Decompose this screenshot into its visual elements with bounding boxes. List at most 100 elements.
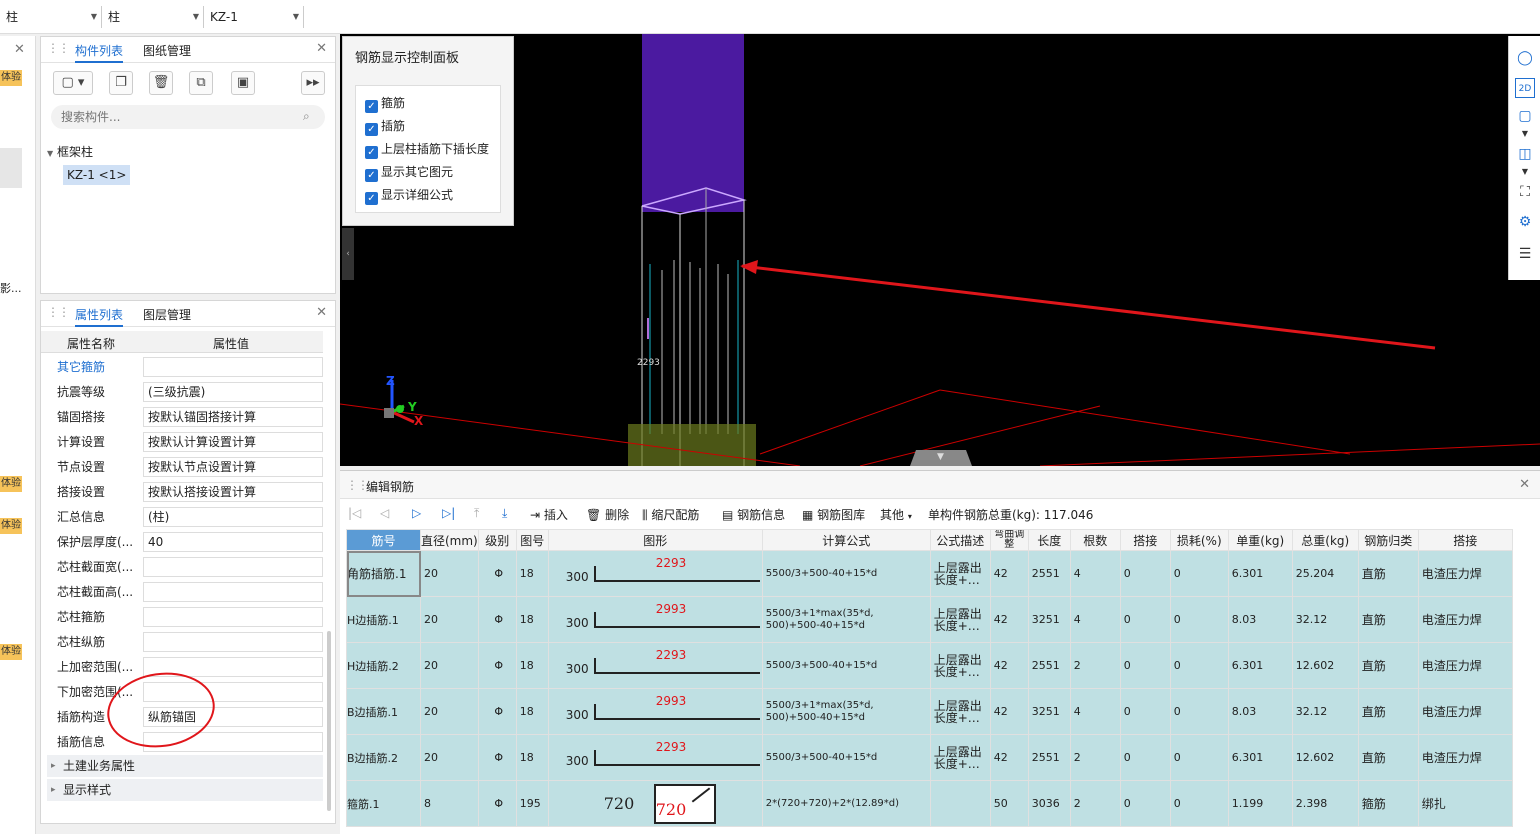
cell-join[interactable]: 电渣压力焊 <box>1417 734 1513 781</box>
property-row[interactable]: 芯柱截面高(... <box>55 580 323 605</box>
cell-lap[interactable]: 0 <box>1119 642 1171 689</box>
col-header[interactable]: 计算公式 <box>761 529 931 551</box>
3d-view-icon[interactable]: ▢ <box>1515 106 1535 126</box>
shape-cell[interactable]: 300 2993 <box>547 596 763 643</box>
collapse-icon[interactable]: ▼ <box>937 452 944 462</box>
checkbox-stirrup[interactable]: ✓ 箍筋 <box>365 93 405 113</box>
more-icon[interactable]: ▸▸ <box>301 71 325 95</box>
delete-button[interactable]: 🗑 删除 <box>586 506 629 523</box>
cell-name[interactable]: 4B边插筋.1 <box>346 688 421 735</box>
col-header[interactable]: 钢筋归类 <box>1357 529 1419 551</box>
cell-join[interactable]: 电渣压力焊 <box>1417 642 1513 689</box>
fit-view-icon[interactable]: ⛶ <box>1515 182 1535 202</box>
close-icon[interactable]: ✕ <box>316 305 327 320</box>
insert-button[interactable]: ⇥ 插入 <box>530 506 568 523</box>
property-row[interactable]: 保护层厚度(... 40 <box>55 530 323 555</box>
property-row[interactable]: 搭接设置 按默认搭接设置计算 <box>55 480 323 505</box>
col-header[interactable]: 长度 <box>1027 529 1071 551</box>
col-header[interactable]: 直径(mm) <box>420 529 479 551</box>
search-icon[interactable]: ⌕ <box>303 109 310 124</box>
cell-name[interactable]: 2H边插筋.1 <box>346 596 421 643</box>
component-name-select[interactable]: KZ-1 ▼ <box>204 6 304 28</box>
shape-cell[interactable]: 300 2293 <box>547 734 763 781</box>
cell-dia[interactable]: 20 <box>420 688 479 735</box>
cell-formula[interactable]: 5500/3+1*max(35*d, 500)+500-40+15*d <box>761 596 931 643</box>
property-row[interactable]: 汇总信息 (柱) <box>55 505 323 530</box>
col-header[interactable]: 单重(kg) <box>1227 529 1293 551</box>
rebar-library-button[interactable]: ▦ 钢筋图库 <box>802 506 865 523</box>
cell-desc[interactable] <box>929 780 991 827</box>
cell-desc[interactable]: 上层露出长度+… <box>929 688 991 735</box>
cell-loss[interactable]: 0 <box>1169 734 1229 781</box>
other-menu-button[interactable]: 其他 ▾ <box>880 506 912 523</box>
tree-item-kz1[interactable]: KZ-1 <1> <box>63 165 131 185</box>
property-row[interactable]: 抗震等级 (三级抗震) <box>55 380 323 405</box>
3d-viewport[interactable]: 2293 Z Y X ▼ ‹ › <box>340 34 1540 466</box>
cell-grade[interactable]: Φ <box>477 550 517 597</box>
cell-bend[interactable]: 42 <box>989 596 1029 643</box>
cell-dia[interactable]: 20 <box>420 550 479 597</box>
cell-lap[interactable]: 0 <box>1119 688 1171 735</box>
table-row[interactable]: 6箍筋.18Φ195 720 720 2*(720+720)+2*(12.89*d) 5… <box>346 780 1513 827</box>
cell-count[interactable]: 4 <box>1069 596 1121 643</box>
cell-join[interactable]: 电渣压力焊 <box>1417 596 1513 643</box>
col-header[interactable]: 根数 <box>1069 529 1121 551</box>
cell-dia[interactable]: 20 <box>420 596 479 643</box>
layer-copy-icon[interactable]: ▣ <box>231 71 255 95</box>
shape-cell[interactable]: 720 720 <box>547 780 763 827</box>
cell-bend[interactable]: 50 <box>989 780 1029 827</box>
close-icon[interactable]: ✕ <box>1519 477 1530 492</box>
orbit-icon[interactable]: ◯ <box>1515 48 1535 68</box>
next-row-icon[interactable]: ▷ <box>412 506 421 520</box>
property-row[interactable]: 芯柱箍筋 <box>55 605 323 630</box>
cell-unit[interactable]: 8.03 <box>1227 688 1293 735</box>
close-icon[interactable]: ✕ <box>14 42 25 57</box>
floor-type-select[interactable]: 柱 ▼ <box>0 6 102 28</box>
property-value-field[interactable] <box>143 357 323 377</box>
cell-formula[interactable]: 5500/3+500-40+15*d <box>761 642 931 689</box>
cell-loss[interactable]: 0 <box>1169 550 1229 597</box>
checkbox-upper-dowel-length[interactable]: ✓ 上层柱插筋下插长度 <box>365 139 489 159</box>
property-row[interactable]: 计算设置 按默认计算设置计算 <box>55 430 323 455</box>
trial-badge[interactable]: 体验 <box>0 70 22 86</box>
cell-count[interactable]: 2 <box>1069 642 1121 689</box>
cell-join[interactable]: 电渣压力焊 <box>1417 688 1513 735</box>
col-header[interactable]: 级别 <box>477 529 517 551</box>
checkbox-show-other-elements[interactable]: ✓ 显示其它图元 <box>365 162 453 182</box>
cell-fig[interactable]: 195 <box>515 780 549 827</box>
new-component-button[interactable]: ▢ ▾ <box>53 71 93 95</box>
chevron-down-icon[interactable]: ▼ <box>1515 162 1535 182</box>
drag-handle-icon[interactable]: ⋮⋮ <box>346 478 369 492</box>
move-up-icon[interactable]: ⤒ <box>474 506 479 521</box>
col-header[interactable]: 弯曲调整 <box>989 529 1029 551</box>
cell-name[interactable]: 3H边插筋.2 <box>346 642 421 689</box>
shape-cell[interactable]: 300 2993 <box>547 688 763 735</box>
cell-len[interactable]: 3251 <box>1027 688 1071 735</box>
cell-bend[interactable]: 42 <box>989 734 1029 781</box>
cube-icon[interactable]: ◫ <box>1515 144 1535 164</box>
col-header[interactable]: 搭接 <box>1417 529 1513 551</box>
shape-cell[interactable]: 300 2293 <box>547 642 763 689</box>
property-value-field[interactable] <box>143 557 323 577</box>
cell-grade[interactable]: Φ <box>477 734 517 781</box>
cell-bend[interactable]: 42 <box>989 688 1029 735</box>
property-value-field[interactable] <box>143 582 323 602</box>
cell-loss[interactable]: 0 <box>1169 688 1229 735</box>
cell-lap[interactable]: 0 <box>1119 734 1171 781</box>
scale-rebar-button[interactable]: ⫼ 缩尺配筋 <box>642 506 699 523</box>
cell-total[interactable]: 12.602 <box>1291 642 1359 689</box>
property-row[interactable]: 芯柱纵筋 <box>55 630 323 655</box>
cell-desc[interactable]: 上层露出长度+… <box>929 550 991 597</box>
col-header[interactable]: 图形 <box>547 529 763 551</box>
cell-dia[interactable]: 20 <box>420 642 479 689</box>
tab-drawing-management[interactable]: 图纸管理 <box>143 42 191 59</box>
delete-icon[interactable]: 🗑 <box>149 71 173 95</box>
cell-unit[interactable]: 6.301 <box>1227 550 1293 597</box>
checkbox-dowel[interactable]: ✓ 插筋 <box>365 116 405 136</box>
copy-icon[interactable]: ❐ <box>109 71 133 95</box>
cell-count[interactable]: 4 <box>1069 688 1121 735</box>
cell-count[interactable]: 4 <box>1069 550 1121 597</box>
cell-type[interactable]: 直筋 <box>1357 642 1419 689</box>
col-header[interactable]: 搭接 <box>1119 529 1171 551</box>
property-value-field[interactable] <box>143 607 323 627</box>
